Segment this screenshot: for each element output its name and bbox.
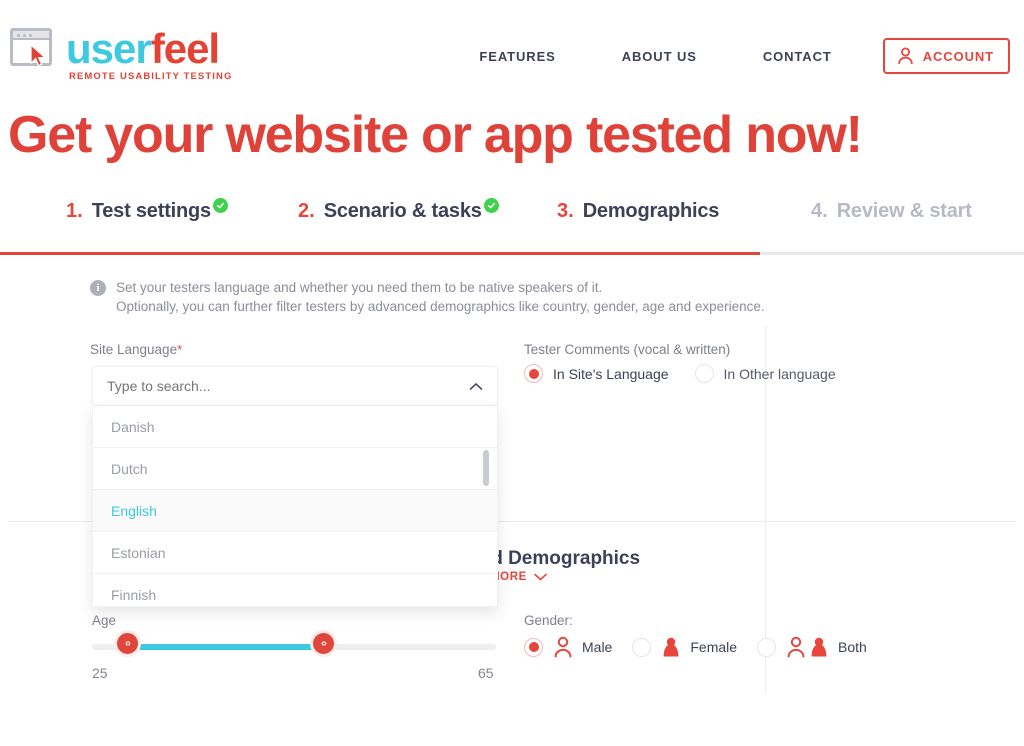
tester-comments-label: Tester Comments (vocal & written) xyxy=(524,342,731,357)
list-item[interactable]: Estonian xyxy=(93,532,497,574)
list-item[interactable]: Dutch xyxy=(93,448,497,490)
slider-fill xyxy=(130,644,326,650)
person-female-icon xyxy=(811,637,827,657)
chevron-down-icon xyxy=(534,573,547,581)
info-line-2: Optionally, you can further filter teste… xyxy=(116,299,765,314)
check-icon xyxy=(483,198,499,213)
radio-label: In Other language xyxy=(723,365,836,382)
tab-number: 1. xyxy=(66,200,83,222)
radio-label: In Site's Language xyxy=(553,365,669,382)
tab-label: Review & start xyxy=(836,200,972,222)
radio-label: Male xyxy=(582,639,613,655)
main-navigation: FEATURES ABOUT US CONTACT ACCOUNT xyxy=(446,38,1010,74)
column-divider-bottom xyxy=(765,522,766,692)
age-label: Age xyxy=(92,613,117,628)
slider-handle-max[interactable]: ‹› xyxy=(310,630,337,657)
step-rule-progress xyxy=(0,252,760,255)
tab-demographics[interactable]: 3. Demographics xyxy=(557,200,719,223)
radio-in-site-language[interactable]: In Site's Language xyxy=(524,364,669,383)
tab-number: 3. xyxy=(557,200,574,222)
person-male-icon xyxy=(554,636,572,658)
radio-button[interactable] xyxy=(524,364,543,383)
site-language-dropdown[interactable]: Danish Dutch English Estonian Finnish xyxy=(92,406,498,607)
person-icon xyxy=(898,47,913,65)
radio-in-other-language[interactable]: In Other language xyxy=(694,364,836,383)
age-min-value: 25 xyxy=(92,665,108,681)
site-language-select[interactable] xyxy=(92,366,498,406)
nav-link-about-us[interactable]: ABOUT US xyxy=(589,49,730,64)
age-max-value: 65 xyxy=(478,665,494,681)
tab-test-settings[interactable]: 1. Test settings xyxy=(66,198,228,223)
list-item[interactable]: English xyxy=(93,490,497,532)
tab-scenario-tasks[interactable]: 2. Scenario & tasks xyxy=(298,198,499,223)
info-icon: i xyxy=(90,280,106,296)
gender-label: Gender: xyxy=(524,613,573,628)
logo-tagline: REMOTE USABILITY TESTING xyxy=(69,71,233,82)
radio-label: Both xyxy=(838,639,867,655)
info-banner: i Set your testers language and whether … xyxy=(90,278,765,316)
radio-gender-both[interactable]: Both xyxy=(757,636,867,658)
page-root: userfeel REMOTE USABILITY TESTING FEATUR… xyxy=(0,0,1024,746)
tab-review-start[interactable]: 4. Review & start xyxy=(811,200,972,223)
browser-window-cursor-icon xyxy=(10,28,56,72)
radio-label: Female xyxy=(690,639,738,655)
list-item[interactable]: Finnish xyxy=(93,574,497,606)
logo[interactable]: userfeel REMOTE USABILITY TESTING xyxy=(10,24,232,82)
radio-button[interactable] xyxy=(757,637,777,657)
tab-label: Demographics xyxy=(582,200,720,222)
page-title: Get your website or app tested now! xyxy=(8,106,863,164)
slider-handle-min[interactable]: ‹› xyxy=(114,630,141,657)
account-button-label: ACCOUNT xyxy=(922,48,994,64)
nav-link-contact[interactable]: CONTACT xyxy=(730,49,865,64)
age-range-slider[interactable]: ‹› ‹› xyxy=(92,630,496,657)
tab-label: Test settings xyxy=(91,200,211,222)
radio-button[interactable] xyxy=(524,637,543,657)
tab-number: 2. xyxy=(298,200,315,222)
person-female-icon xyxy=(663,637,679,657)
logo-word-feel: feel xyxy=(150,25,220,72)
logo-word-user: user xyxy=(66,25,152,72)
tester-comments-radio-group: In Site's Language In Other language xyxy=(524,364,836,383)
tab-label: Scenario & tasks xyxy=(323,200,482,222)
site-language-label-text: Site Language xyxy=(90,342,178,357)
radio-button[interactable] xyxy=(694,364,714,383)
radio-gender-female[interactable]: Female xyxy=(632,636,737,658)
person-male-icon xyxy=(787,636,805,658)
gender-radio-group: Male Female Both xyxy=(524,636,867,658)
chevron-up-icon[interactable] xyxy=(469,382,483,391)
radio-gender-male[interactable]: Male xyxy=(524,636,612,658)
required-marker: * xyxy=(177,342,183,357)
nav-link-features[interactable]: FEATURES xyxy=(446,49,588,64)
column-divider-top xyxy=(765,326,766,521)
step-tabs: 1. Test settings 2. Scenario & tasks 3. … xyxy=(0,198,1024,256)
site-language-search-input[interactable] xyxy=(107,378,469,394)
dropdown-scrollbar-thumb[interactable] xyxy=(483,450,489,486)
cursor-icon xyxy=(30,44,47,67)
check-icon xyxy=(212,198,228,213)
info-line-1: Set your testers language and whether yo… xyxy=(116,280,603,295)
tab-number: 4. xyxy=(811,200,828,222)
site-language-label: Site Language* xyxy=(90,342,182,357)
dropdown-scrollbar-track[interactable] xyxy=(483,414,489,599)
list-item[interactable]: Danish xyxy=(93,406,497,448)
site-header: userfeel REMOTE USABILITY TESTING FEATUR… xyxy=(0,0,1024,100)
radio-button[interactable] xyxy=(632,637,652,657)
account-button[interactable]: ACCOUNT xyxy=(882,38,1010,74)
